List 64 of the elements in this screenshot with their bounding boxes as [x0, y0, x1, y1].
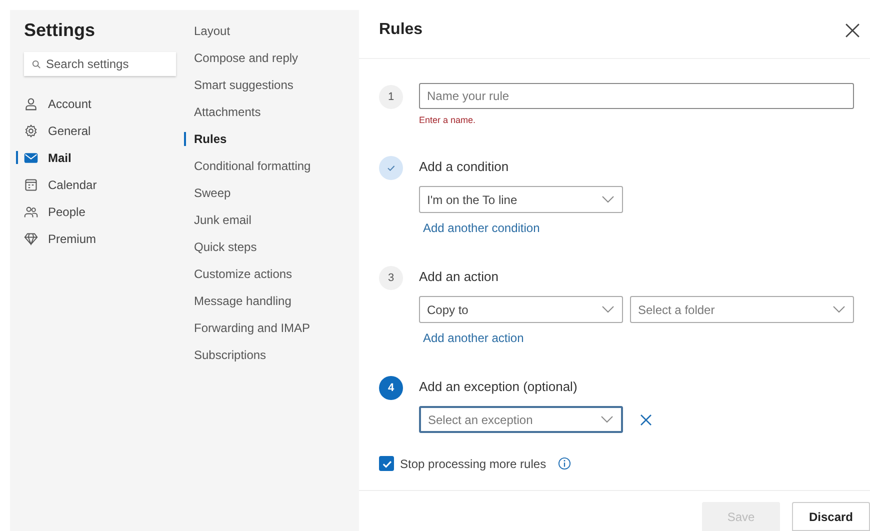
subnav-item[interactable]: Message handling	[194, 294, 311, 321]
person-icon	[24, 96, 38, 110]
nav-item[interactable]: People	[24, 198, 180, 225]
subnav-item[interactable]: Smart suggestions	[194, 78, 311, 105]
dropdown[interactable]: I'm on the To line	[419, 186, 623, 213]
subnav-item[interactable]: Attachments	[194, 105, 311, 132]
check-icon	[386, 163, 396, 173]
nav-label: Premium	[48, 232, 96, 246]
step-number: 4	[388, 382, 394, 394]
subnav-item[interactable]: Subscriptions	[194, 348, 311, 375]
nav-item[interactable]: Account	[24, 90, 180, 117]
dropdown-value: Select a folder	[638, 302, 715, 316]
nav-label: Calendar	[48, 178, 97, 192]
subnav-item[interactable]: Junk email	[194, 213, 311, 240]
subnav-item[interactable]: Customize actions	[194, 267, 311, 294]
step-title: Add an exception (optional)	[419, 378, 578, 396]
nav-label: Account	[48, 96, 92, 110]
checkbox[interactable]	[379, 456, 394, 471]
step-title: Add an action	[419, 268, 499, 286]
nav-item[interactable]: Mail	[16, 151, 180, 164]
add-link[interactable]: Add another action	[423, 331, 524, 345]
subnav-item[interactable]: Quick steps	[194, 240, 311, 267]
subnav-item[interactable]: Compose and reply	[194, 51, 311, 78]
diamond-icon	[24, 232, 38, 246]
chevron-down-icon	[833, 306, 845, 313]
rule-name-field[interactable]: Name your rule	[419, 83, 854, 109]
dropdown-value: I'm on the To line	[427, 192, 518, 206]
nav-label: General	[48, 124, 91, 138]
envelope-icon	[24, 150, 38, 164]
subnav-item[interactable]: Sweep	[194, 186, 311, 213]
people-icon	[24, 204, 38, 218]
panel-title: Rules	[379, 21, 423, 39]
action-button[interactable]: Discard	[792, 502, 870, 531]
search-icon	[32, 60, 41, 69]
step-number: 1	[388, 91, 394, 103]
add-link[interactable]: Add another condition	[423, 221, 540, 235]
search-field[interactable]: Search settings	[24, 52, 176, 76]
step-number: 3	[388, 272, 394, 284]
nav-label: People	[48, 204, 86, 218]
dropdown[interactable]: Select an exception	[419, 406, 623, 433]
chevron-down-icon	[602, 196, 614, 203]
subnav-item[interactable]: Forwarding and IMAP	[194, 321, 311, 348]
nav-item[interactable]: Premium	[24, 225, 180, 252]
error-message: Enter a name.	[419, 115, 476, 125]
subnav-item[interactable]: Conditional formatting	[194, 159, 311, 186]
step-title: Add a condition	[419, 158, 509, 176]
subnav-item[interactable]: Layout	[194, 24, 311, 51]
close-icon	[640, 414, 652, 426]
checkbox-label: Stop processing more rules	[400, 456, 546, 470]
settings-title: Settings	[24, 20, 96, 42]
dropdown-value: Copy to	[427, 302, 468, 316]
close-icon	[845, 22, 860, 38]
dropdown[interactable]: Copy to	[419, 296, 623, 323]
nav-item[interactable]: Calendar	[24, 171, 180, 198]
nav-label: Mail	[48, 150, 72, 164]
nav-item[interactable]: General	[24, 117, 180, 144]
dropdown-value: Select an exception	[428, 412, 533, 426]
info-icon[interactable]	[558, 457, 572, 470]
chevron-down-icon	[601, 416, 613, 423]
chevron-down-icon	[602, 306, 614, 313]
subnav-item[interactable]: Rules	[184, 132, 311, 146]
gear-icon	[24, 124, 38, 138]
dropdown[interactable]: Select a folder	[630, 296, 854, 323]
calendar-icon	[24, 178, 38, 192]
